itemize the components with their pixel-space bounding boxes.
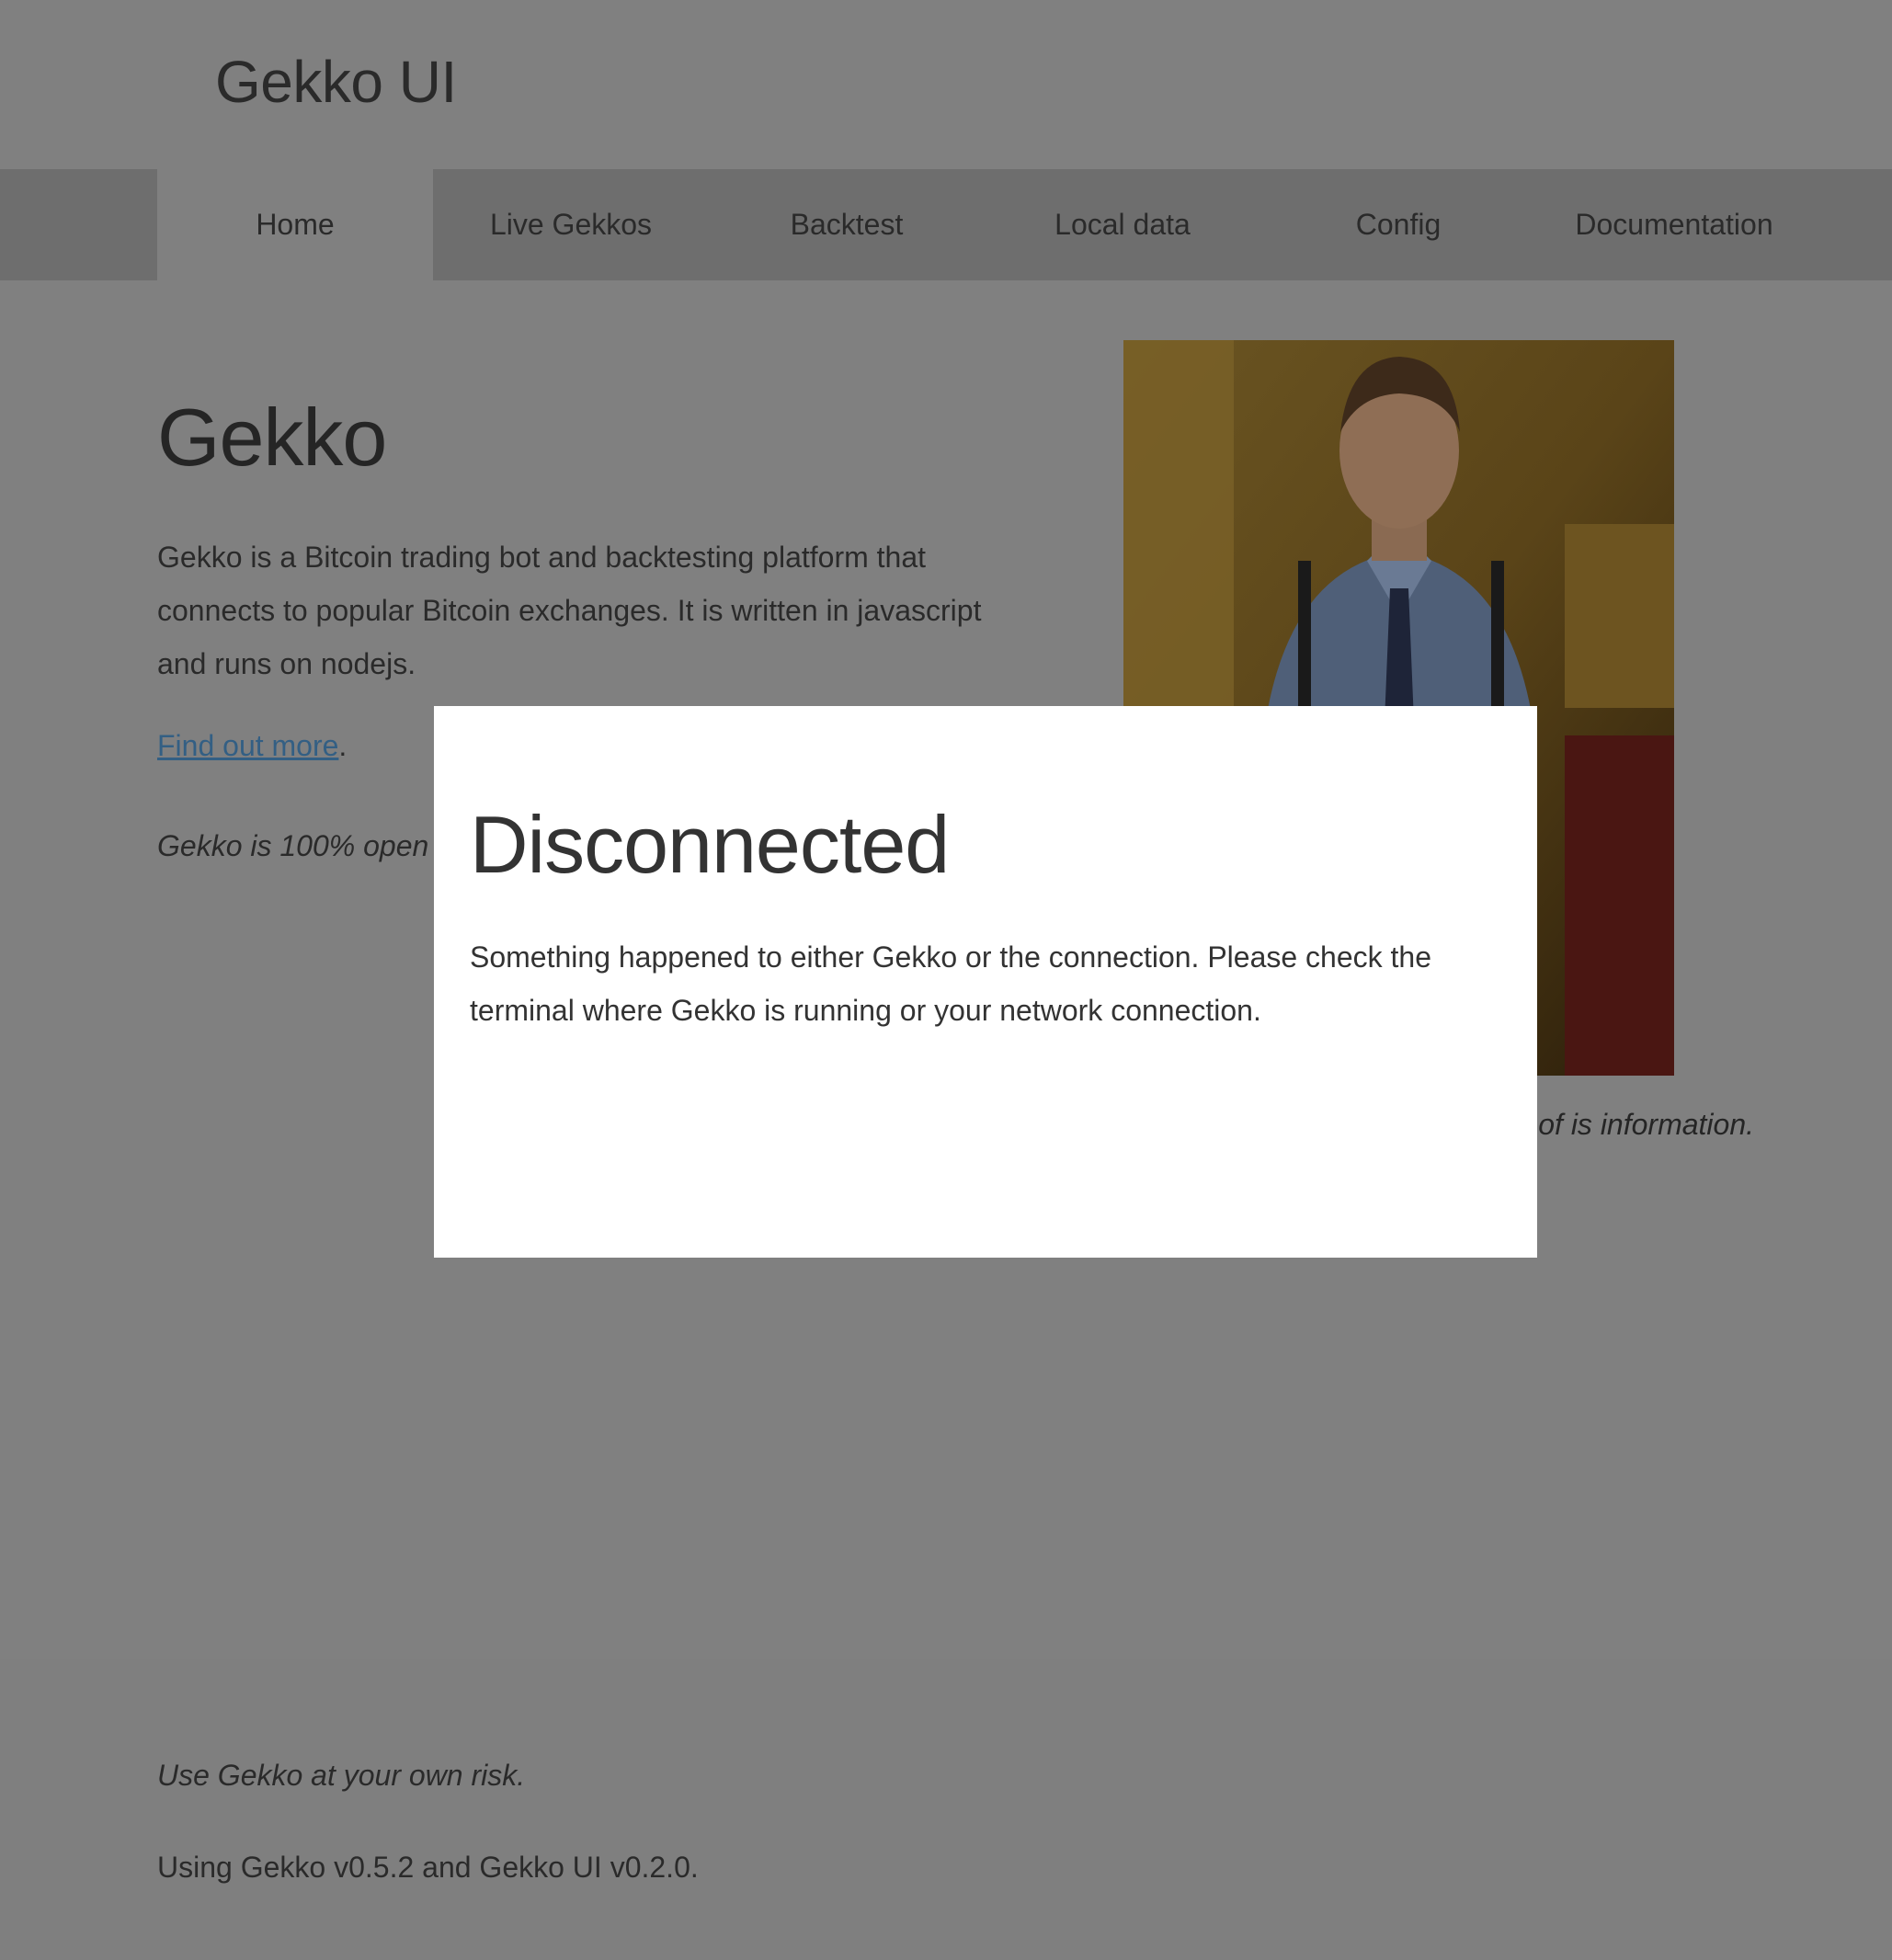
nav-item-live-gekkos[interactable]: Live Gekkos [433,169,709,280]
page-footer: Use Gekko at your own risk. Using Gekko … [0,1659,1892,1960]
find-out-more: Find out more. [157,729,347,763]
modal-title: Disconnected [470,799,950,890]
app-header: Gekko UI [0,0,1892,169]
nav-item-local-data[interactable]: Local data [985,169,1260,280]
main-nav: Home Live Gekkos Backtest Local data Con… [0,169,1892,280]
nav-item-backtest[interactable]: Backtest [709,169,985,280]
risk-notice: Use Gekko at your own risk. [157,1759,526,1792]
page-title: Gekko [157,392,387,483]
find-out-more-suffix: . [338,729,348,762]
version-info: Using Gekko v0.5.2 and Gekko UI v0.2.0. [157,1851,699,1884]
nav-item-config[interactable]: Config [1260,169,1536,280]
modal-body: Something happened to either Gekko or th… [470,940,1432,1027]
find-out-more-link[interactable]: Find out more [157,729,338,762]
disconnected-modal[interactable]: Disconnected Something happened to eithe… [434,706,1537,1258]
intro-text: Gekko is a Bitcoin trading bot and backt… [157,541,982,680]
app-title[interactable]: Gekko UI [215,48,457,116]
nav-item-home[interactable]: Home [157,169,433,280]
nav-item-documentation[interactable]: Documentation [1536,169,1812,280]
